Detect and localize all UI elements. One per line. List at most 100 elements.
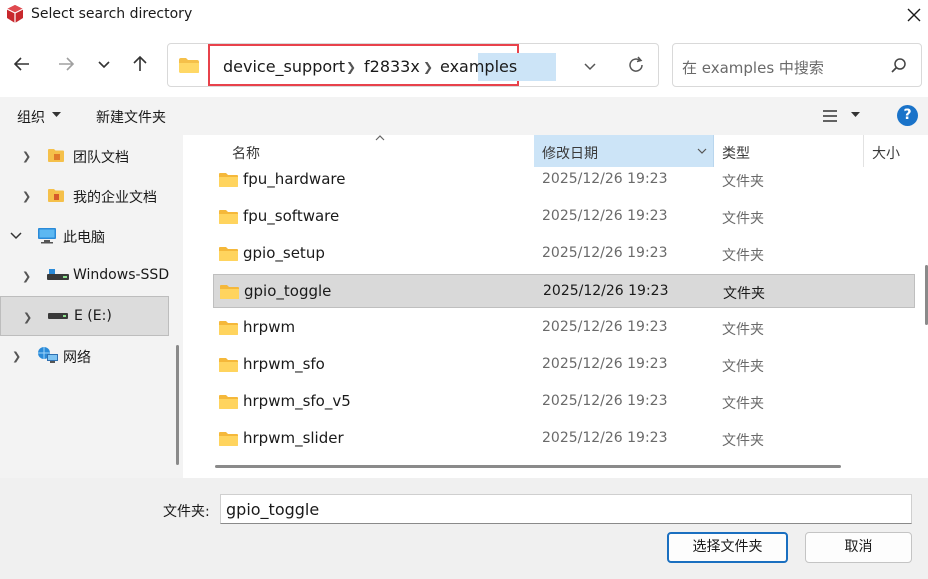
folder-icon [219,173,238,187]
chevron-down-icon [98,61,110,69]
list-item[interactable]: hrpwm_sfo 2025/12/26 19:23 文件夹 [213,348,915,382]
file-name: gpio_toggle [244,282,332,300]
list-item[interactable]: hrpwm 2025/12/26 19:23 文件夹 [213,311,915,345]
shared-folder-icon [48,189,64,202]
expand-chevron-icon[interactable]: ❯ [22,190,31,203]
folder-icon [219,395,238,409]
up-arrow-icon [133,55,147,71]
file-list: 名称 修改日期 类型 大小 fpu_hardware 2025/12/26 19… [195,135,928,478]
folder-icon [219,321,238,335]
file-date: 2025/12/26 19:23 [543,283,669,299]
column-label: 大小 [872,146,900,162]
cancel-button[interactable]: 取消 [805,532,912,563]
address-bar[interactable]: device_support ❯ f2833x ❯ examples [167,43,659,87]
breadcrumb-examples[interactable]: examples [440,57,517,76]
view-options-icon[interactable] [822,109,838,123]
expand-chevron-icon[interactable]: ❯ [22,270,31,283]
view-caret-down-icon[interactable] [851,112,860,118]
file-name: fpu_hardware [243,170,346,188]
file-name: hrpwm [243,318,296,336]
sidebar-item-label: Windows-SSD [73,267,170,283]
organize-button[interactable]: 组织 [17,107,45,127]
command-bar: 组织 新建文件夹 ? [0,97,928,135]
navigation-bar: device_support ❯ f2833x ❯ examples 在 exa… [0,36,928,92]
breadcrumb-device-support[interactable]: device_support [223,57,345,76]
search-icon[interactable] [890,57,908,75]
column-label: 名称 [232,146,260,162]
folder-icon [219,358,238,372]
sidebar-item-my-docs[interactable]: ❯ 我的企业文档 [0,176,169,216]
folder-icon [219,210,238,224]
back-arrow-icon [13,57,29,71]
file-date: 2025/12/26 19:23 [542,319,668,335]
help-icon[interactable]: ? [897,105,918,126]
list-item[interactable]: hrpwm_slider 2025/12/26 19:23 文件夹 [213,422,915,456]
chevron-right-icon[interactable]: ❯ [423,60,433,74]
sidebar-item-windows-ssd[interactable]: ❯ Windows-SSD [0,256,169,296]
sidebar-item-e-drive[interactable]: ❯ E (E:) [0,296,169,336]
expand-chevron-icon[interactable]: ❯ [12,350,21,363]
window-title: Select search directory [31,6,193,22]
shared-folder-icon [48,149,64,162]
caret-down-icon [52,112,61,117]
list-item[interactable]: hrpwm_sfo_v5 2025/12/26 19:23 文件夹 [213,385,915,419]
file-date: 2025/12/26 19:23 [542,430,668,446]
horizontal-scrollbar[interactable] [215,465,841,468]
file-type: 文件夹 [723,286,765,302]
chevron-right-icon[interactable]: ❯ [346,60,356,74]
search-input[interactable]: 在 examples 中搜索 [682,57,824,78]
folder-icon [219,432,238,446]
file-date: 2025/12/26 19:23 [542,171,668,187]
file-date: 2025/12/26 19:23 [542,356,668,372]
file-type: 文件夹 [722,359,764,375]
drive-icon [48,313,68,319]
back-button[interactable] [10,52,34,76]
file-name: gpio_setup [243,244,325,262]
column-label: 类型 [722,146,750,162]
new-folder-button[interactable]: 新建文件夹 [96,107,166,127]
refresh-icon[interactable] [626,55,646,75]
file-type: 文件夹 [722,248,764,264]
list-item[interactable]: fpu_software 2025/12/26 19:23 文件夹 [213,200,915,234]
up-button[interactable] [128,52,152,76]
forward-arrow-icon [59,57,75,71]
expand-chevron-icon[interactable]: ❯ [22,150,31,163]
computer-icon [38,228,56,244]
sidebar-item-label: E (E:) [74,308,112,324]
file-type: 文件夹 [722,211,764,227]
folder-field-label: 文件夹: [163,504,210,520]
file-date: 2025/12/26 19:23 [542,208,668,224]
title-bar: Select search directory [0,0,928,30]
folder-name-input[interactable] [220,494,912,524]
breadcrumb-f2833x[interactable]: f2833x [364,57,420,76]
expand-chevron-icon[interactable]: ❯ [23,311,32,324]
file-type: 文件夹 [722,396,764,412]
close-icon[interactable] [903,4,925,26]
sidebar-item-this-pc[interactable]: 此电脑 [0,216,169,256]
file-type: 文件夹 [722,174,764,190]
column-dropdown-icon[interactable] [697,148,707,155]
collapse-chevron-icon[interactable] [10,232,22,240]
forward-button[interactable] [54,52,78,76]
sidebar-item-label: 我的企业文档 [73,190,157,206]
list-item[interactable]: gpio_setup 2025/12/26 19:23 文件夹 [213,237,915,271]
recent-locations-button[interactable] [92,52,116,76]
drive-icon [47,269,69,280]
file-name: hrpwm_slider [243,429,344,447]
sidebar-item-team-docs[interactable]: ❯ 团队文档 [0,136,169,176]
address-dropdown-icon[interactable] [582,58,598,74]
list-item-selected[interactable]: gpio_toggle 2025/12/26 19:23 文件夹 [213,274,915,308]
select-folder-button[interactable]: 选择文件夹 [667,532,788,563]
breadcrumb-highlight: device_support ❯ f2833x ❯ examples [208,44,556,86]
sidebar-item-label: 团队文档 [73,150,129,166]
file-name: fpu_software [243,207,340,225]
search-box[interactable]: 在 examples 中搜索 [672,43,922,87]
network-icon [38,347,58,363]
file-type: 文件夹 [722,433,764,449]
sidebar-item-label: 网络 [63,350,91,366]
list-item[interactable]: fpu_hardware 2025/12/26 19:23 文件夹 [213,163,915,197]
sidebar-item-network[interactable]: ❯ 网络 [0,336,169,376]
file-type: 文件夹 [722,322,764,338]
sidebar-scrollbar[interactable] [176,345,179,465]
file-name: hrpwm_sfo_v5 [243,392,351,410]
